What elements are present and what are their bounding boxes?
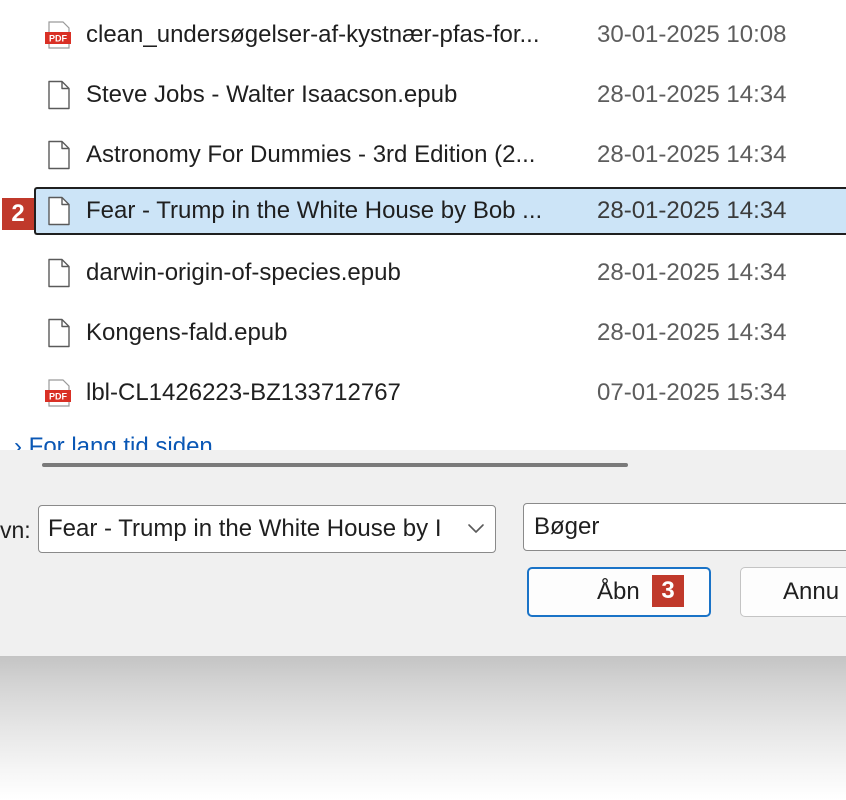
file-name: Astronomy For Dummies - 3rd Edition (2..… xyxy=(86,141,536,168)
file-name: Steve Jobs - Walter Isaacson.epub xyxy=(86,81,458,108)
list-item[interactable]: darwin-origin-of-species.epub 28-01-2025… xyxy=(34,249,846,297)
blank-file-icon xyxy=(44,140,74,170)
list-item[interactable]: Steve Jobs - Walter Isaacson.epub 28-01-… xyxy=(34,71,846,119)
filename-label: vn: xyxy=(0,517,31,543)
filename-combobox[interactable]: Fear - Trump in the White House by I xyxy=(38,505,496,553)
step-badge-2: 2 xyxy=(2,198,34,230)
file-name: Fear - Trump in the White House by Bob .… xyxy=(86,197,543,224)
svg-text:PDF: PDF xyxy=(49,34,68,44)
file-list: PDF clean_undersøgelser-af-kystnær-pfas-… xyxy=(0,0,846,450)
file-date: 30-01-2025 10:08 xyxy=(597,21,787,48)
file-date: 28-01-2025 14:34 xyxy=(597,197,787,224)
open-button-label: Åbn xyxy=(597,578,640,605)
window-shadow xyxy=(0,656,846,800)
file-date: 28-01-2025 14:34 xyxy=(597,319,787,346)
file-type-filter[interactable]: Bøger xyxy=(523,503,846,551)
file-type-value: Bøger xyxy=(534,513,600,540)
file-name: Kongens-fald.epub xyxy=(86,319,288,346)
step-badge-3: 3 xyxy=(652,575,684,607)
svg-text:PDF: PDF xyxy=(49,392,68,402)
file-name: lbl-CL1426223-BZ133712767 xyxy=(86,379,401,406)
filename-input[interactable]: Fear - Trump in the White House by I xyxy=(48,506,456,552)
file-date: 28-01-2025 14:34 xyxy=(597,81,787,108)
cancel-button[interactable]: Annu xyxy=(740,567,846,617)
blank-file-icon xyxy=(44,318,74,348)
pdf-file-icon: PDF xyxy=(44,20,74,50)
list-item[interactable]: PDF lbl-CL1426223-BZ133712767 07-01-2025… xyxy=(34,369,846,417)
file-name: clean_undersøgelser-af-kystnær-pfas-for.… xyxy=(86,21,540,48)
group-header[interactable]: › For lang tid siden xyxy=(14,432,213,450)
file-date: 28-01-2025 14:34 xyxy=(597,259,787,286)
blank-file-icon xyxy=(44,80,74,110)
chevron-down-icon[interactable] xyxy=(467,522,485,534)
list-item[interactable]: Astronomy For Dummies - 3rd Edition (2..… xyxy=(34,131,846,179)
file-name: darwin-origin-of-species.epub xyxy=(86,259,401,286)
list-item[interactable]: Kongens-fald.epub 28-01-2025 14:34 xyxy=(34,309,846,357)
list-item[interactable]: PDF clean_undersøgelser-af-kystnær-pfas-… xyxy=(34,11,846,59)
blank-file-icon xyxy=(44,196,74,226)
file-date: 07-01-2025 15:34 xyxy=(597,379,787,406)
list-item-selected[interactable]: Fear - Trump in the White House by Bob .… xyxy=(34,187,846,235)
blank-file-icon xyxy=(44,258,74,288)
cancel-button-label: Annu xyxy=(783,578,840,605)
pdf-file-icon: PDF xyxy=(44,378,74,408)
file-date: 28-01-2025 14:34 xyxy=(597,141,787,168)
horizontal-scrollbar-thumb[interactable] xyxy=(42,463,628,467)
